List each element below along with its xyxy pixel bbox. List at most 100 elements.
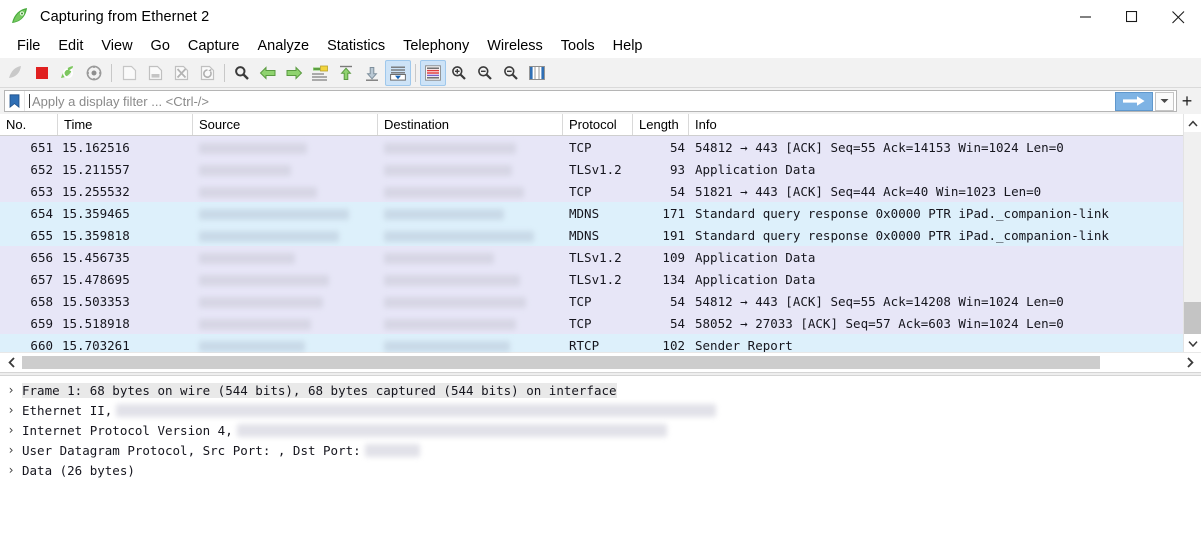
detail-tree-item[interactable]: › Data (26 bytes): [0, 460, 1201, 480]
redacted-value: [236, 423, 667, 437]
column-header-source[interactable]: Source: [193, 114, 378, 135]
table-row[interactable]: 658 15.503353 TCP 54 54812 → 443 [ACK] Seq=5…: [0, 290, 1183, 312]
close-icon[interactable]: [1155, 0, 1201, 34]
vertical-scroll-track[interactable]: [1184, 132, 1201, 334]
apply-filter-arrow-icon[interactable]: [1115, 91, 1153, 111]
chevron-right-icon[interactable]: ›: [0, 443, 22, 457]
cell-protocol: RTCP: [569, 337, 600, 353]
cell-no: 658: [30, 293, 53, 309]
table-row[interactable]: 655 15.359818 MDNS 191 Standard query respon…: [0, 224, 1183, 246]
column-header-length[interactable]: Length: [633, 114, 689, 135]
menu-tools[interactable]: Tools: [552, 36, 604, 56]
column-header-destination[interactable]: Destination: [378, 114, 563, 135]
cell-no: 657: [30, 271, 53, 287]
detail-tree-item[interactable]: › Ethernet II,: [0, 400, 1201, 420]
column-header-no[interactable]: No.: [0, 114, 58, 135]
open-file-icon[interactable]: [116, 60, 142, 86]
minimize-icon[interactable]: [1063, 0, 1109, 34]
close-file-icon[interactable]: [168, 60, 194, 86]
go-to-packet-icon[interactable]: [307, 60, 333, 86]
menu-edit[interactable]: Edit: [49, 36, 92, 56]
cell-protocol: MDNS: [569, 227, 600, 243]
scroll-right-icon[interactable]: [1179, 353, 1201, 372]
filter-input-wrapper[interactable]: Apply a display filter ... <Ctrl-/>: [4, 90, 1177, 112]
find-packet-icon[interactable]: [229, 60, 255, 86]
reload-file-icon[interactable]: [194, 60, 220, 86]
table-row[interactable]: 654 15.359465 MDNS 171 Standard query respon…: [0, 202, 1183, 224]
cell-no: 652: [30, 161, 53, 177]
cell-length: 134: [662, 271, 685, 287]
chevron-right-icon[interactable]: ›: [0, 383, 22, 397]
packet-rows-container: 651 15.162516 TCP 54 54812 → 443 [ACK] Seq=5…: [0, 136, 1183, 356]
filter-bookmark-icon[interactable]: [5, 91, 25, 111]
menu-file[interactable]: File: [8, 36, 49, 56]
table-row[interactable]: 653 15.255532 TCP 54 51821 → 443 [ACK] Seq=4…: [0, 180, 1183, 202]
cell-info: 58052 → 27033 [ACK] Seq=57 Ack=603 Win=1…: [695, 315, 1064, 331]
menu-view[interactable]: View: [92, 36, 141, 56]
menu-help[interactable]: Help: [604, 36, 652, 56]
window-title: Capturing from Ethernet 2: [40, 9, 210, 25]
go-to-first-packet-icon[interactable]: [333, 60, 359, 86]
packet-list-area: No. Time Source Destination Protocol Len…: [0, 114, 1201, 356]
table-row[interactable]: 652 15.211557 TLSv1.2 93 Application Data: [0, 158, 1183, 180]
cell-time: 15.703261: [62, 337, 130, 353]
column-header-protocol[interactable]: Protocol: [563, 114, 633, 135]
scroll-left-icon[interactable]: [0, 353, 22, 372]
capture-options-icon[interactable]: [81, 60, 107, 86]
menu-telephony[interactable]: Telephony: [394, 36, 478, 56]
chevron-right-icon[interactable]: ›: [0, 463, 22, 477]
filter-history-dropdown-icon[interactable]: [1155, 91, 1174, 111]
normal-size-icon[interactable]: [498, 60, 524, 86]
chevron-right-icon[interactable]: ›: [0, 423, 22, 437]
resize-columns-icon[interactable]: [524, 60, 550, 86]
detail-tree-item[interactable]: › Internet Protocol Version 4,: [0, 420, 1201, 440]
filter-text-cursor: [29, 94, 30, 108]
column-header-info[interactable]: Info: [689, 114, 1183, 135]
cell-time: 15.255532: [62, 183, 130, 199]
menu-statistics[interactable]: Statistics: [318, 36, 394, 56]
go-back-icon[interactable]: [255, 60, 281, 86]
cell-time: 15.478695: [62, 271, 130, 287]
cell-source: [193, 272, 378, 287]
packet-list-horizontal-scrollbar[interactable]: [0, 352, 1201, 372]
table-row[interactable]: 659 15.518918 TCP 54 58052 → 27033 [ACK] Seq…: [0, 312, 1183, 334]
detail-tree-item[interactable]: › Frame 1: 68 bytes on wire (544 bits), 6…: [0, 380, 1201, 400]
detail-tree-item[interactable]: › User Datagram Protocol, Src Port: , Dst…: [0, 440, 1201, 460]
menu-analyze[interactable]: Analyze: [248, 36, 318, 56]
auto-scroll-icon[interactable]: [385, 59, 411, 86]
menu-wireless[interactable]: Wireless: [478, 36, 552, 56]
add-filter-button-icon[interactable]: +: [1177, 90, 1197, 112]
colorize-packets-icon[interactable]: [420, 59, 446, 86]
filter-input[interactable]: Apply a display filter ... <Ctrl-/>: [32, 94, 1115, 109]
table-row[interactable]: 656 15.456735 TLSv1.2 109 Application Data: [0, 246, 1183, 268]
zoom-out-icon[interactable]: [472, 60, 498, 86]
restart-capture-icon[interactable]: [55, 60, 81, 86]
save-file-icon[interactable]: [142, 60, 168, 86]
scroll-up-icon[interactable]: [1184, 114, 1201, 132]
table-row[interactable]: 651 15.162516 TCP 54 54812 → 443 [ACK] Seq=5…: [0, 136, 1183, 158]
go-to-last-packet-icon[interactable]: [359, 60, 385, 86]
packet-list-vertical-scrollbar[interactable]: [1183, 114, 1201, 352]
scroll-down-icon[interactable]: [1184, 334, 1201, 352]
chevron-right-icon[interactable]: ›: [0, 403, 22, 417]
stop-capture-icon[interactable]: [29, 60, 55, 86]
cell-info: Standard query response 0x0000 PTR iPad.…: [695, 205, 1109, 221]
wireshark-fin-icon: [10, 7, 32, 27]
cell-source: [193, 162, 378, 177]
cell-destination: [378, 272, 563, 287]
column-header-time[interactable]: Time: [58, 114, 193, 135]
go-forward-icon[interactable]: [281, 60, 307, 86]
detail-tree-label: Frame 1: 68 bytes on wire (544 bits), 68…: [22, 382, 617, 398]
vertical-scroll-thumb[interactable]: [1184, 302, 1201, 334]
cell-destination: [378, 250, 563, 265]
maximize-icon[interactable]: [1109, 0, 1155, 34]
menu-go[interactable]: Go: [142, 36, 179, 56]
cell-time: 15.162516: [62, 139, 130, 155]
menu-capture[interactable]: Capture: [179, 36, 249, 56]
horizontal-scroll-thumb[interactable]: [22, 356, 1100, 369]
horizontal-scroll-track[interactable]: [22, 353, 1179, 372]
zoom-in-icon[interactable]: [446, 60, 472, 86]
table-row[interactable]: 657 15.478695 TLSv1.2 134 Application Data: [0, 268, 1183, 290]
start-capture-icon[interactable]: [3, 60, 29, 86]
cell-protocol: TCP: [569, 293, 592, 309]
